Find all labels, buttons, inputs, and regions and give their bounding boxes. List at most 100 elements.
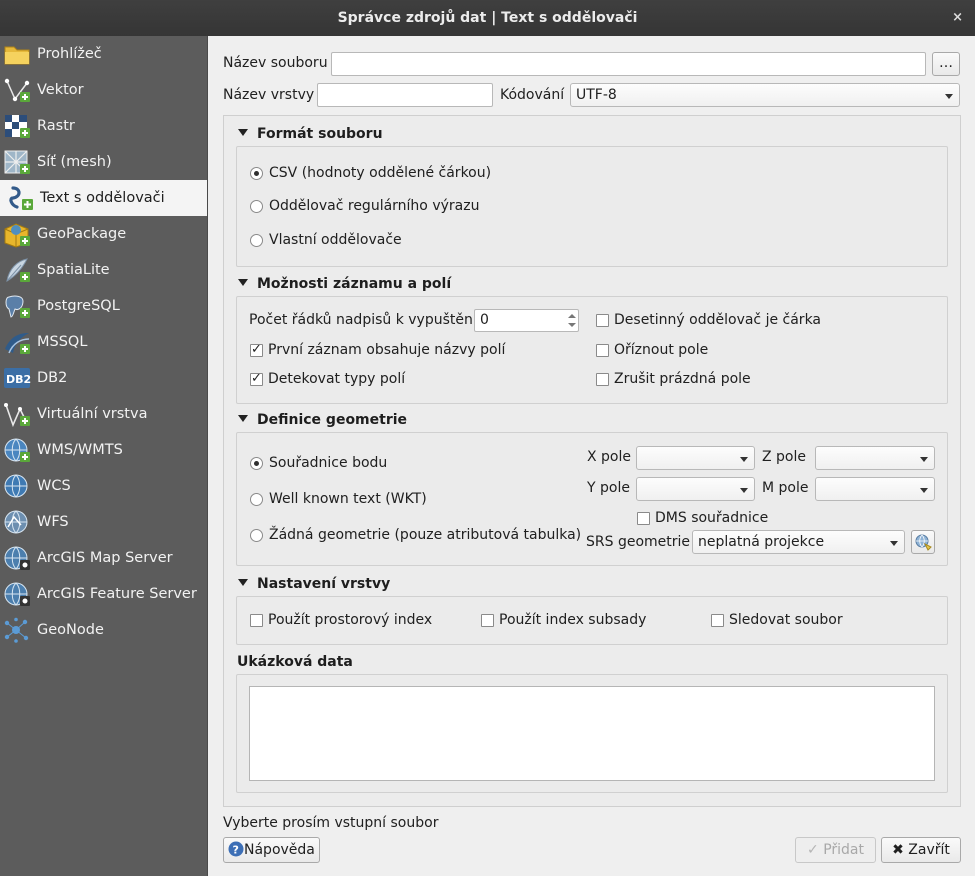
collapse-triangle-icon [238,415,248,422]
sidebar-item-postgresql[interactable]: PostgreSQL [0,288,207,324]
section-title: Definice geometrie [257,412,408,428]
sidebar-item-label: WFS [37,514,69,530]
sidebar-item-label: Text s oddělovači [40,190,165,206]
skip-lines-spinbox[interactable]: 0 [474,309,579,332]
geometry-wkt-radio[interactable] [250,493,263,506]
subset-index-checkbox[interactable] [481,614,494,627]
z-field-label: Z pole [762,449,806,465]
y-field-select[interactable] [636,477,755,501]
mesh-layer-icon [0,144,37,180]
postgresql-icon [0,288,37,324]
format-csv-label: CSV (hodnoty oddělené čárkou) [269,165,492,181]
geometry-point-label: Souřadnice bodu [269,455,388,471]
close-button[interactable]: ✖ Zavřít [881,837,961,863]
format-custom-radio[interactable] [250,234,263,247]
srs-select[interactable]: neplatná projekce [692,530,905,554]
layername-label: Název vrstvy [223,87,315,103]
x-field-select[interactable] [636,446,755,470]
x-field-label: X pole [587,449,631,465]
geometry-header[interactable]: Definice geometrie [238,412,407,428]
collapse-triangle-icon [238,279,248,286]
svg-text:?: ? [233,844,239,857]
decimal-comma-checkbox[interactable] [596,314,609,327]
first-record-names-checkbox[interactable] [250,342,263,357]
srs-value: neplatná projekce [698,534,825,550]
geometry-point-radio[interactable] [250,457,263,470]
check-icon: ✓ [807,842,819,858]
file-format-header[interactable]: Formát souboru [238,126,383,142]
mssql-icon [0,324,37,360]
sidebar-item-wfs[interactable]: WFS [0,504,207,540]
trim-fields-checkbox[interactable] [596,344,609,357]
geometry-none-radio[interactable] [250,529,263,542]
sidebar-item-geonode[interactable]: GeoNode [0,612,207,648]
sidebar-item-mssql[interactable]: MSSQL [0,324,207,360]
section-title: Formát souboru [257,126,383,142]
sidebar-item-label: WMS/WMTS [37,442,123,458]
close-window-button[interactable]: × [952,0,963,36]
folder-icon [0,36,37,72]
raster-layer-icon [0,108,37,144]
help-icon: ? [228,841,244,857]
spin-down-icon[interactable] [568,323,576,327]
watch-file-checkbox[interactable] [711,614,724,627]
sidebar-item-wcs[interactable]: WCS [0,468,207,504]
filename-input[interactable] [331,52,926,76]
spatialite-icon [0,252,37,288]
window-titlebar: Správce zdrojů dat | Text s oddělovači × [0,0,975,36]
sidebar-item-arcgis-map-server[interactable]: ArcGIS Map Server [0,540,207,576]
sidebar-item-label: WCS [37,478,71,494]
sidebar-item-vector[interactable]: Vektor [0,72,207,108]
sidebar-item-delimited-text[interactable]: Text s oddělovači [0,180,207,216]
wcs-icon [0,468,37,504]
chevron-down-icon [890,541,898,546]
sidebar-item-label: MSSQL [37,334,88,350]
chevron-down-icon [920,488,928,493]
subset-index-label: Použít index subsady [499,612,647,628]
help-button[interactable]: ? Nápověda [223,837,320,863]
format-regex-label: Oddělovač regulárního výrazu [269,198,480,214]
dms-checkbox[interactable] [637,512,650,525]
window-title: Správce zdrojů dat | Text s oddělovači [337,10,638,26]
format-csv-radio[interactable] [250,167,263,180]
z-field-select[interactable] [815,446,935,470]
sidebar-item-label: Rastr [37,118,75,134]
svg-text:DB2: DB2 [6,373,31,386]
sample-data-table[interactable] [249,686,935,781]
close-icon: ✖ [892,842,904,858]
sidebar-item-virtual-layer[interactable]: Virtuální vrstva [0,396,207,432]
m-field-select[interactable] [815,477,935,501]
sidebar-item-arcgis-feature-server[interactable]: ArcGIS Feature Server [0,576,207,612]
srs-label: SRS geometrie [586,534,691,550]
geometry-wkt-label: Well known text (WKT) [269,491,427,507]
section-title: Možnosti záznamu a polí [257,276,452,292]
discard-empty-checkbox[interactable] [596,373,609,386]
sidebar-item-db2[interactable]: DB2 DB2 [0,360,207,396]
select-crs-button[interactable] [911,530,935,554]
encoding-select[interactable]: UTF-8 [570,83,960,107]
spin-up-icon[interactable] [568,314,576,318]
add-button[interactable]: ✓ Přidat [795,837,876,863]
record-options-header[interactable]: Možnosti záznamu a polí [238,276,451,292]
sidebar-item-label: ArcGIS Feature Server [37,586,197,602]
skip-lines-value: 0 [480,312,489,328]
sidebar-item-browser[interactable]: Prohlížeč [0,36,207,72]
geopackage-icon [0,216,37,252]
arcgis-feature-server-icon [0,576,37,612]
sidebar-item-geopackage[interactable]: GeoPackage [0,216,207,252]
spatial-index-checkbox[interactable] [250,614,263,627]
sidebar-item-mesh[interactable]: Síť (mesh) [0,144,207,180]
sidebar-item-wms[interactable]: WMS/WMTS [0,432,207,468]
browse-button[interactable]: … [932,52,960,76]
sidebar-item-spatialite[interactable]: SpatiaLite [0,252,207,288]
detect-types-label: Detekovat typy polí [268,371,406,387]
layername-input[interactable] [317,83,493,107]
layer-settings-header[interactable]: Nastavení vrstvy [238,576,390,592]
sidebar-item-raster[interactable]: Rastr [0,108,207,144]
format-regex-radio[interactable] [250,200,263,213]
skip-lines-label: Počet řádků nadpisů k vypuštění [249,312,477,328]
decimal-comma-label: Desetinný oddělovač je čárka [614,312,822,328]
chevron-down-icon [740,488,748,493]
detect-types-checkbox[interactable] [250,371,263,386]
sidebar-item-label: Prohlížeč [37,46,102,62]
